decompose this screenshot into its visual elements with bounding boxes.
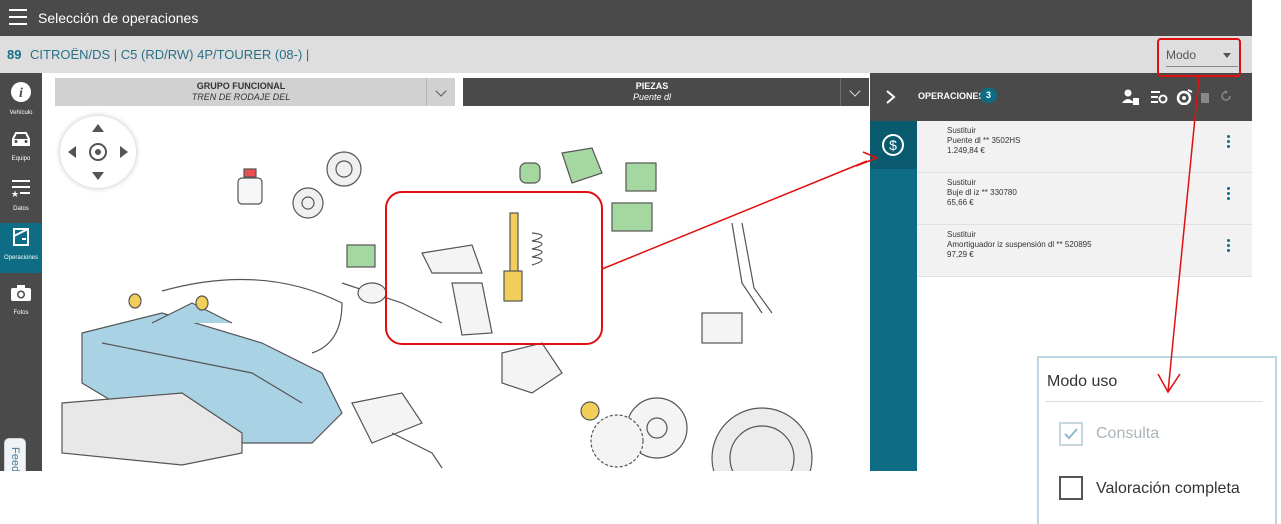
- feedback-label: Feedback: [9, 447, 21, 471]
- sidebar-item-vehiculo[interactable]: i Vehículo: [0, 81, 42, 123]
- sidebar-item-label: Operaciones: [3, 255, 39, 261]
- operations-title: OPERACIONES: [918, 91, 985, 101]
- chevron-down-icon: [849, 85, 861, 97]
- grupo-funcional-title: GRUPO FUNCIONAL: [196, 81, 286, 91]
- divider: [1045, 401, 1263, 402]
- valoracion-completa-label: Valoración completa: [1096, 480, 1240, 497]
- trash-icon[interactable]: [1200, 91, 1210, 103]
- chevron-down-icon: [435, 85, 447, 97]
- arrow-left-icon[interactable]: [68, 146, 76, 158]
- dollar-circle-icon: $: [882, 134, 904, 156]
- piezas-select[interactable]: PIEZAS Puente dl: [463, 78, 869, 106]
- consulta-checkbox[interactable]: [1059, 422, 1083, 446]
- sidebar-item-label: Equipo: [11, 156, 31, 162]
- piezas-title: PIEZAS: [635, 81, 669, 91]
- exploded-parts-illustration: [61, 147, 868, 471]
- annotation-highlight: [1157, 38, 1241, 77]
- operations-side-rail: [870, 121, 917, 471]
- modo-uso-title: Modo uso: [1047, 373, 1118, 390]
- gear-wrench-icon[interactable]: [1176, 88, 1194, 105]
- consulta-label: Consulta: [1096, 425, 1160, 442]
- navigation-pad[interactable]: [60, 116, 136, 188]
- sidebar-item-label: Fotos: [13, 310, 29, 316]
- operation-part: Buje dl iz ** 330780: [947, 188, 1017, 197]
- more-options-icon[interactable]: [1227, 187, 1230, 201]
- arrow-up-icon[interactable]: [92, 124, 104, 132]
- arrow-right-icon[interactable]: [120, 146, 128, 158]
- list-star-icon: ★: [11, 180, 30, 199]
- sidebar-item-datos[interactable]: ★ Datos: [0, 177, 42, 219]
- vehicle-id: 89: [7, 47, 22, 62]
- more-options-icon[interactable]: [1227, 135, 1230, 149]
- operation-action: Sustituir: [947, 230, 976, 239]
- left-sidebar: i Vehículo Equipo ★ Datos Operaciones Fo…: [0, 73, 42, 471]
- sidebar-item-operaciones[interactable]: Operaciones: [0, 223, 42, 273]
- svg-text:★: ★: [11, 189, 19, 199]
- info-icon: i: [11, 82, 31, 102]
- feedback-tab[interactable]: Feedback: [4, 438, 26, 471]
- grupo-funcional-select[interactable]: GRUPO FUNCIONAL TREN DE RODAJE DEL: [55, 78, 455, 106]
- list-search-icon[interactable]: [1150, 89, 1168, 105]
- page: Selección de operaciones 89 CITROËN/DS |…: [0, 0, 1281, 524]
- page-title: Selección de operaciones: [38, 10, 199, 26]
- door-icon: [13, 228, 29, 246]
- vehicle-description: CITROËN/DS | C5 (RD/RW) 4P/TOURER (08-) …: [30, 47, 310, 62]
- sidebar-item-label: Datos: [13, 206, 29, 212]
- piezas-value: Puente dl: [632, 92, 672, 102]
- operation-part: Puente dl ** 3502HS: [947, 136, 1021, 145]
- operation-price: 97,29 €: [947, 250, 974, 259]
- operation-action: Sustituir: [947, 178, 976, 187]
- chevron-right-icon[interactable]: [884, 89, 898, 105]
- operations-count-badge: 3: [980, 88, 997, 103]
- user-document-icon[interactable]: [1122, 89, 1140, 105]
- operation-item[interactable]: Sustituir Amortiguador iz suspensión dl …: [917, 225, 1252, 277]
- vehicle-bar: 89 CITROËN/DS | C5 (RD/RW) 4P/TOURER (08…: [0, 36, 1252, 73]
- camera-icon: [11, 285, 31, 301]
- checkmark-icon: [1064, 428, 1078, 440]
- svg-text:i: i: [19, 86, 23, 101]
- more-options-icon[interactable]: [1227, 239, 1230, 253]
- operation-item[interactable]: Sustituir Buje dl iz ** 330780 65,66 €: [917, 173, 1252, 225]
- price-tab[interactable]: $: [870, 121, 917, 169]
- top-bar: Selección de operaciones: [0, 0, 1252, 36]
- parts-diagram[interactable]: [42, 73, 870, 471]
- operation-price: 1.249,84 €: [947, 146, 985, 155]
- svg-text:$: $: [889, 137, 897, 153]
- car-icon: [12, 132, 30, 146]
- hamburger-menu-icon[interactable]: [9, 9, 27, 25]
- sidebar-item-fotos[interactable]: Fotos: [0, 283, 42, 323]
- sidebar-item-equipo[interactable]: Equipo: [0, 129, 42, 169]
- valoracion-completa-checkbox[interactable]: [1059, 476, 1083, 500]
- operation-part: Amortiguador iz suspensión dl ** 520895: [947, 240, 1092, 249]
- sidebar-item-label: Vehículo: [9, 110, 33, 116]
- operation-price: 65,66 €: [947, 198, 974, 207]
- refresh-icon[interactable]: [1220, 90, 1232, 102]
- operation-item[interactable]: Sustituir Puente dl ** 3502HS 1.249,84 €: [917, 121, 1252, 173]
- operation-action: Sustituir: [947, 126, 976, 135]
- grupo-funcional-value: TREN DE RODAJE DEL: [191, 92, 291, 102]
- arrow-down-icon[interactable]: [92, 172, 104, 180]
